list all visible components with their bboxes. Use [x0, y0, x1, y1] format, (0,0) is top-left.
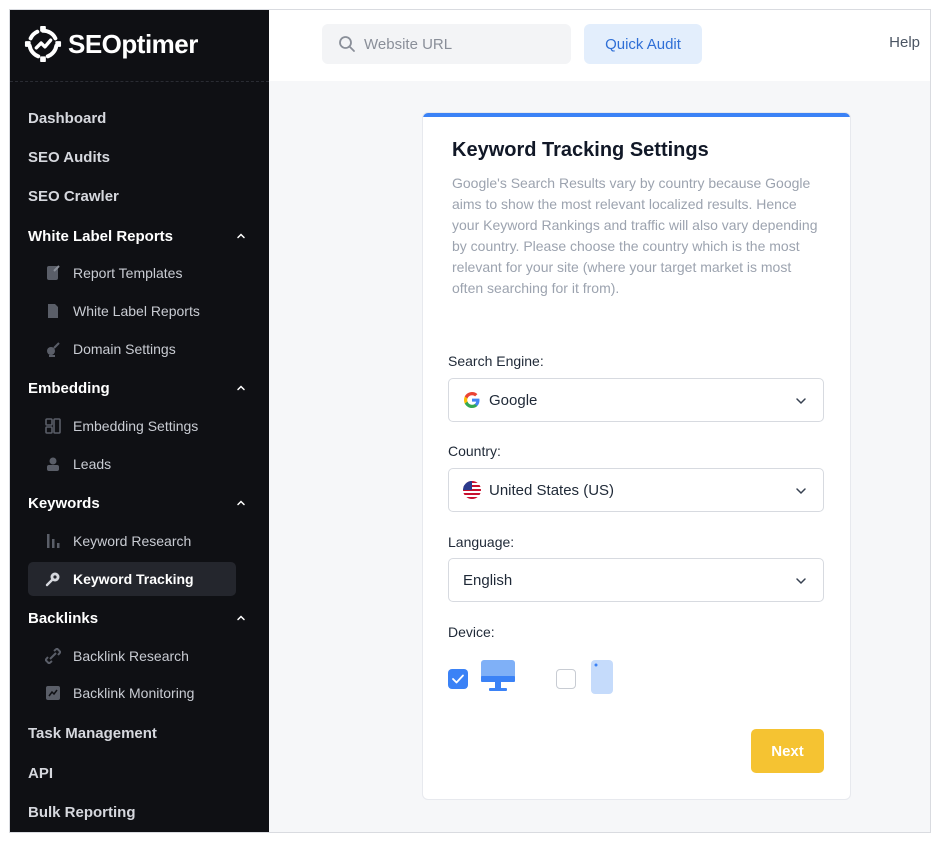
logo-gear-icon [24, 25, 62, 63]
layout-icon [44, 417, 62, 435]
sidebar-item-keyword-research[interactable]: Keyword Research [28, 524, 236, 558]
sidebar-item-label: Report Templates [73, 265, 183, 281]
card-description: Google's Search Results vary by country … [452, 175, 818, 296]
sidebar-item-seo-audits[interactable]: SEO Audits [28, 140, 238, 174]
sidebar-item-label: Backlink Monitoring [73, 685, 195, 701]
language-label: Language: [448, 534, 515, 550]
sidebar-item-api[interactable]: API [28, 756, 238, 790]
sidebar-item-label: Keyword Tracking [73, 571, 194, 587]
document-icon [44, 302, 62, 320]
sidebar-item-bulk-reporting[interactable]: Bulk Reporting [28, 795, 238, 829]
sidebar-item-backlink-research[interactable]: Backlink Research [28, 639, 236, 673]
card-title: Keyword Tracking Settings [452, 139, 709, 161]
sidebar-item-label: Backlink Research [73, 648, 189, 664]
country-select[interactable]: United States (US) [448, 468, 824, 512]
chevron-down-icon [796, 398, 806, 405]
language-select[interactable]: English [448, 558, 824, 602]
country-label: Country: [448, 443, 501, 459]
monitoring-chart-icon [44, 684, 62, 702]
user-icon [44, 455, 62, 473]
link-icon [44, 647, 62, 665]
mobile-icon[interactable] [590, 659, 614, 695]
checkmark-icon [452, 674, 464, 684]
sidebar-item-label: Embedding Settings [73, 418, 199, 434]
key-icon [44, 570, 62, 588]
report-template-icon [44, 264, 62, 282]
app-frame: SEOptimer Dashboard SEO Audits SEO Crawl… [9, 9, 931, 833]
us-flag-icon [463, 481, 481, 499]
top-bar: Quick Audit Help [269, 10, 930, 81]
sidebar-item-keyword-tracking[interactable]: Keyword Tracking [28, 562, 236, 596]
chevron-up-icon [237, 500, 245, 506]
brand-name: SEOptimer [68, 28, 198, 59]
sidebar-item-white-label-reports[interactable]: White Label Reports [28, 294, 236, 328]
desktop-checkbox[interactable] [448, 669, 468, 689]
sidebar-item-label: Keyword Research [73, 533, 192, 549]
sidebar-item-backlink-monitoring[interactable]: Backlink Monitoring [28, 676, 236, 710]
chevron-up-icon [237, 233, 245, 239]
sidebar-item-embedding-settings[interactable]: Embedding Settings [28, 409, 236, 443]
sidebar-item-label: White Label Reports [73, 303, 200, 319]
sidebar-divider [10, 81, 269, 82]
sidebar-section-white-label[interactable]: White Label Reports [28, 219, 246, 253]
sidebar-section-embedding[interactable]: Embedding [28, 371, 246, 405]
sidebar-item-label: Domain Settings [73, 341, 176, 357]
search-engine-label: Search Engine: [448, 353, 544, 369]
sidebar-item-report-templates[interactable]: Report Templates [28, 256, 236, 290]
section-label: Embedding [28, 379, 110, 397]
card-accent-bar [423, 113, 850, 117]
help-link[interactable]: Help [889, 34, 920, 51]
chevron-down-icon [796, 578, 806, 585]
website-url-input[interactable] [364, 35, 554, 53]
keyword-tracking-settings-card: Keyword Tracking Settings Google's Searc… [422, 112, 851, 800]
sidebar-item-label: Leads [73, 456, 112, 472]
search-engine-select[interactable]: Google [448, 378, 824, 422]
satellite-icon [44, 340, 62, 358]
brand-logo[interactable]: SEOptimer [24, 24, 198, 64]
sidebar-section-backlinks[interactable]: Backlinks [28, 601, 246, 635]
search-box[interactable] [322, 24, 571, 64]
chevron-up-icon [237, 615, 245, 621]
quick-audit-button[interactable]: Quick Audit [584, 24, 702, 64]
chevron-down-icon [796, 488, 806, 495]
sidebar: SEOptimer Dashboard SEO Audits SEO Crawl… [10, 10, 269, 832]
sidebar-item-task-management[interactable]: Task Management [28, 716, 238, 750]
section-label: Backlinks [28, 609, 99, 627]
search-engine-value: Google [489, 391, 538, 409]
country-value: United States (US) [489, 481, 615, 499]
device-options [448, 659, 648, 699]
sidebar-item-leads[interactable]: Leads [28, 447, 236, 481]
search-icon [339, 36, 355, 52]
next-button[interactable]: Next [751, 729, 824, 773]
sidebar-item-dashboard[interactable]: Dashboard [28, 101, 238, 135]
google-logo-icon [463, 391, 481, 409]
desktop-icon[interactable] [480, 660, 516, 696]
bar-chart-icon [44, 532, 62, 550]
chevron-up-icon [237, 385, 245, 391]
sidebar-item-domain-settings[interactable]: Domain Settings [28, 332, 236, 366]
sidebar-section-keywords[interactable]: Keywords [28, 486, 246, 520]
language-value: English [463, 571, 513, 589]
mobile-checkbox[interactable] [556, 669, 576, 689]
device-label: Device: [448, 624, 495, 640]
section-label: White Label Reports [28, 227, 174, 245]
sidebar-item-seo-crawler[interactable]: SEO Crawler [28, 179, 238, 213]
section-label: Keywords [28, 494, 100, 512]
